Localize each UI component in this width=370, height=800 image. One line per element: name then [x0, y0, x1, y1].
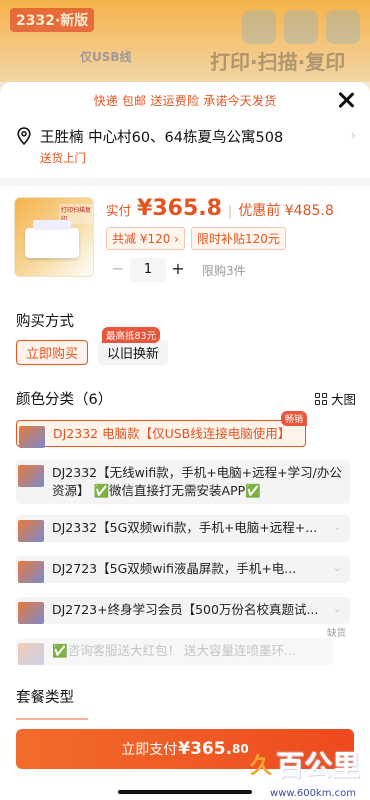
subsidy-badge: 限时补贴120元 [190, 227, 286, 250]
original-price: 优惠前 ¥485.8 [238, 203, 334, 219]
sku-sheet: 快递 包邮 送运费险 承诺今天发货 王胜楠 中心村60、64栋夏鸟公寓508 送… [0, 82, 370, 800]
printer-image [25, 220, 79, 258]
package-option-peek[interactable] [16, 718, 88, 722]
bg-app-icon [284, 10, 318, 44]
variant-thumbnail [18, 643, 44, 665]
variant-label: DJ2332 电脑款【仅USB线连接电脑使用】 [53, 426, 291, 441]
discount-badges: 共减 ¥120 › 限时补贴120元 [106, 227, 286, 250]
variant-option[interactable]: DJ2332【无线wifi款，手机+电脑+远程+学习/办公 资源】 ✅微信直接打… [16, 460, 350, 504]
address-text: 王胜楠 中心村60、64栋夏鸟公寓508 [40, 130, 284, 146]
variant-label: DJ2332【5G双频wifi款，手机+电脑+远程+... [52, 520, 318, 535]
delivery-note: 送货上门 [40, 151, 86, 165]
pay-amount: ¥365. [178, 739, 233, 759]
home-indicator [118, 790, 252, 794]
option-trade-in[interactable]: 最高抵83元 以旧换新 [98, 327, 169, 365]
out-of-stock-tag: 缺货 [326, 628, 346, 639]
purchase-method-title: 购买方式 [16, 314, 74, 330]
bg-app-icon [326, 10, 360, 44]
option-buy-now[interactable]: 立即购买 [16, 340, 89, 365]
variant-option[interactable]: DJ2723【5G双频wifi液晶屏款，手机+电... ⌄ [16, 556, 350, 583]
watermark-text: 百公里 [275, 749, 360, 782]
divider [0, 178, 370, 186]
increment-button[interactable]: + [166, 258, 190, 282]
trade-in-label: 以旧换新 [107, 347, 160, 362]
variant-option-out-of-stock[interactable]: ✅咨询客服送大红包！ 送大容量连喷墨环... 缺货 [16, 628, 346, 665]
price-row: 实付 ¥365.8 | 优惠前 ¥485.8 [106, 196, 334, 221]
watermark-logo: 久 [249, 754, 272, 779]
chevron-down-icon: ⌄ [332, 561, 342, 574]
variant-option[interactable]: DJ2723+终身学习会员【500万份名校真题试... ⌄ [16, 597, 350, 624]
product-summary: 打印扫描复印 实付 ¥365.8 | 优惠前 ¥485.8 共减 ¥120 › … [14, 194, 356, 294]
discount-badge[interactable]: 共减 ¥120 › [106, 227, 185, 250]
big-picture-button[interactable]: 大图 [314, 389, 356, 408]
variant-option[interactable]: DJ2332【5G双频wifi款，手机+电脑+远程+... ⌄ [16, 515, 350, 542]
big-picture-label: 大图 [330, 392, 356, 407]
purchase-limit: 限购3件 [202, 263, 246, 278]
variant-thumbnail [18, 465, 44, 487]
quantity-value[interactable]: 1 [130, 258, 166, 282]
bg-text2: 打印·扫描·复印 [210, 50, 346, 74]
variant-thumbnail [18, 602, 44, 624]
bg-text1: 仅USB线 [80, 50, 132, 64]
watermark: 久 百公里 [250, 744, 360, 784]
trade-in-tag: 最高抵83元 [102, 327, 161, 343]
price-separator: | [227, 204, 233, 219]
bg-tag: 2332·新版 [10, 8, 95, 32]
variant-label: DJ2332【无线wifi款，手机+电脑+远程+学习/办公 资源】 ✅微信直接打… [52, 464, 342, 500]
product-thumbnail[interactable]: 打印扫描复印 [14, 197, 94, 277]
variant-option[interactable]: DJ2332 电脑款【仅USB线连接电脑使用】 畅销 [16, 411, 307, 448]
variant-label: ✅咨询客服送大红包！ 送大容量连喷墨环... [52, 643, 296, 658]
paid-label: 实付 [106, 203, 132, 218]
variant-label: DJ2723+终身学习会员【500万份名校真题试... [52, 602, 319, 617]
color-title: 颜色分类（6） [16, 392, 113, 408]
purchase-options: 立即购买 最高抵83元 以旧换新 [16, 327, 169, 365]
variant-label-line1: DJ2332【无线wifi款，手机+电脑+远程+学习/办公 [52, 465, 342, 480]
background-page: 2332·新版 仅USB线 打印·扫描·复印 [0, 0, 370, 82]
chevron-down-icon: ⌄ [332, 602, 342, 615]
bg-app-icon [242, 10, 276, 44]
decrement-button[interactable]: − [106, 258, 130, 282]
chevron-right-icon: › [350, 128, 356, 144]
pay-cents: 80 [232, 742, 249, 756]
variant-label-line2: 资源】 ✅微信直接打无需安装APP✅ [52, 483, 261, 498]
pay-label: 立即支付 [121, 742, 178, 758]
location-pin-icon [17, 127, 31, 145]
variant-thumbnail [18, 520, 44, 542]
address-row[interactable]: 王胜楠 中心村60、64栋夏鸟公寓508 送货上门 › [14, 122, 356, 170]
variant-thumbnail [18, 561, 44, 583]
quantity-stepper: − 1 + 限购3件 [106, 258, 246, 282]
variant-label: DJ2723【5G双频wifi液晶屏款，手机+电... [52, 561, 297, 576]
grid-view-icon [314, 392, 327, 405]
bg-app-icons [242, 10, 360, 44]
paid-price: ¥365.8 [137, 196, 222, 221]
variant-thumbnail [19, 426, 45, 448]
chevron-down-icon: ⌄ [332, 520, 342, 533]
close-icon[interactable] [334, 88, 358, 112]
service-banner: 快递 包邮 送运费险 承诺今天发货 [93, 94, 277, 108]
color-header: 颜色分类（6） 大图 [16, 388, 356, 408]
package-type-title: 套餐类型 [16, 690, 74, 706]
watermark-url: www.600km.com [270, 788, 356, 799]
bestseller-tag: 畅销 [280, 411, 307, 426]
